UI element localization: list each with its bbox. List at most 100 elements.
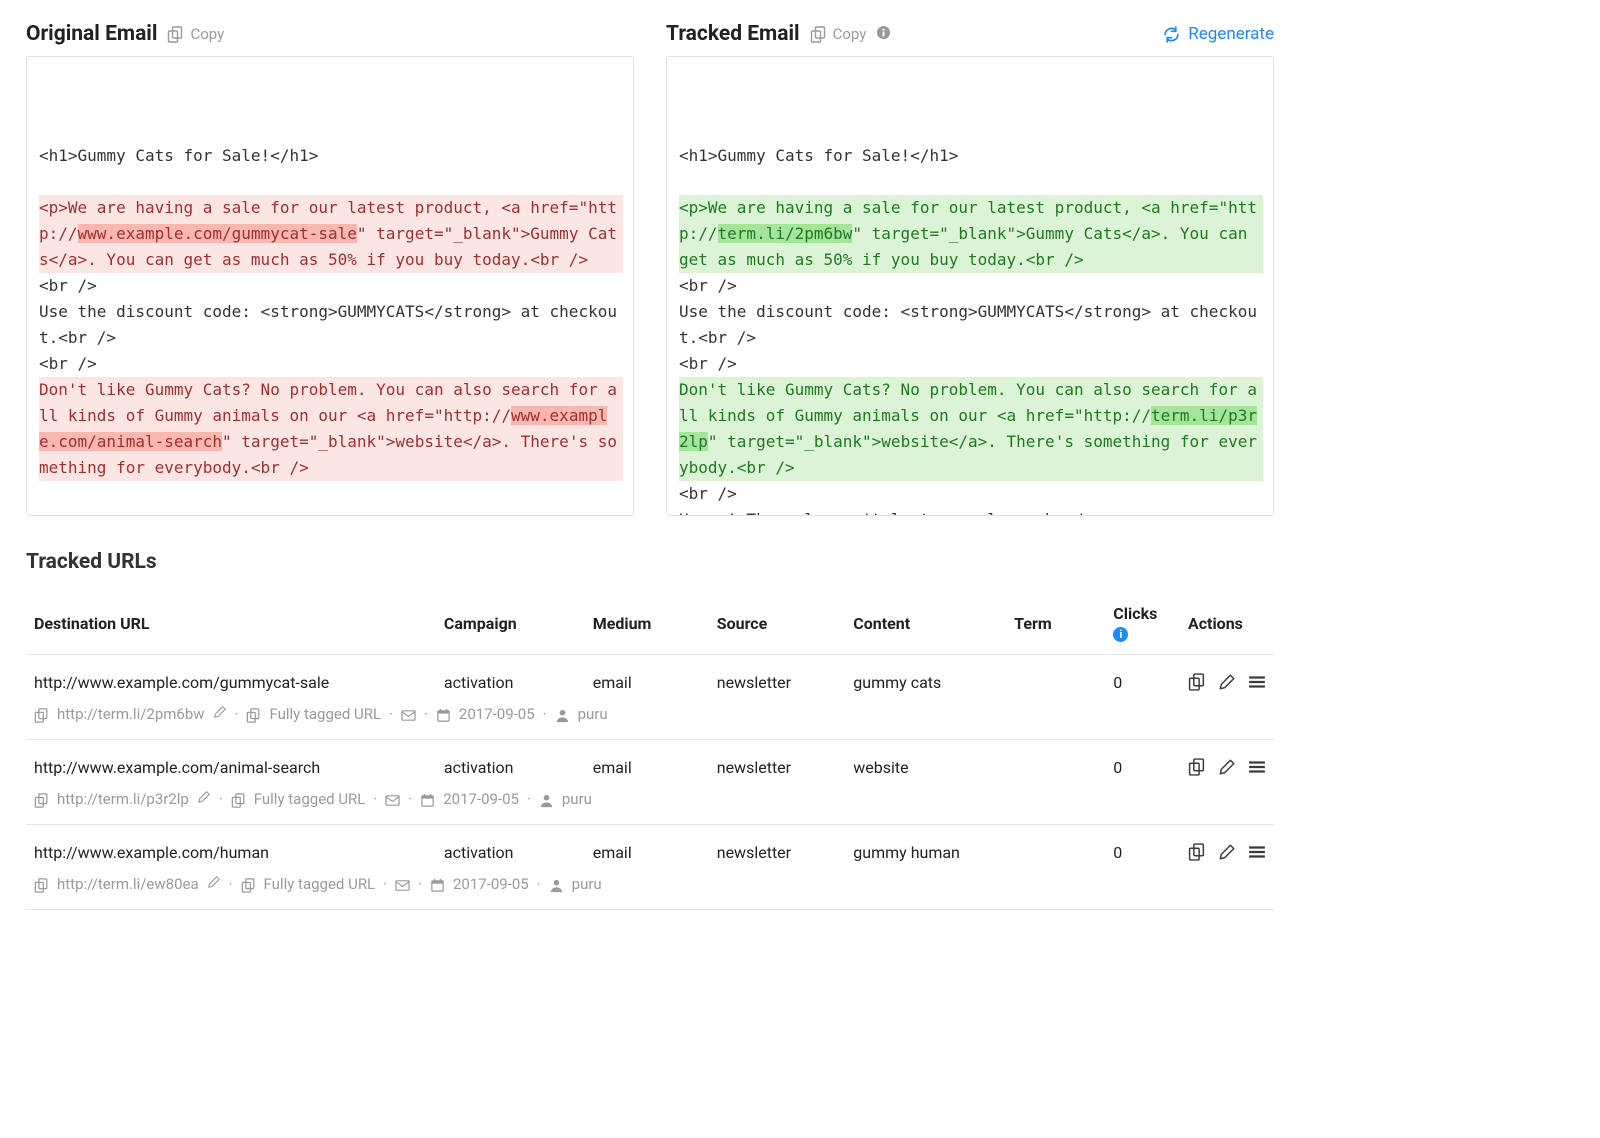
copy-original-button[interactable]: Copy <box>167 25 224 43</box>
copy-tagged-icon[interactable] <box>246 705 261 723</box>
code-line: Hurry! The sale won't last very long.<br… <box>679 507 1263 516</box>
code-line: <br /> <box>679 273 1263 299</box>
col-actions: Actions <box>1180 594 1274 655</box>
copy-short-icon[interactable] <box>34 790 49 808</box>
table-row: http://www.example.com/animal-searchacti… <box>26 740 1274 787</box>
col-source[interactable]: Source <box>709 594 846 655</box>
tracked-urls-title: Tracked URLs <box>26 550 1274 574</box>
meta-date: 2017-09-05 <box>459 705 535 723</box>
table-meta-row: http://term.li/ew80ea · Fully tagged URL… <box>26 871 1274 910</box>
tracked-email-panel: Tracked Email Copy Regenerate <h1>Gummy … <box>666 22 1274 516</box>
tracked-urls-table: Destination URL Campaign Medium Source C… <box>26 594 1274 910</box>
code-line <box>39 117 623 143</box>
meta-user: puru <box>562 790 592 808</box>
calendar-icon <box>436 705 451 723</box>
cell-destination: http://www.example.com/human <box>26 825 436 872</box>
cell-medium: email <box>585 740 709 787</box>
copy-tracked-label: Copy <box>833 25 867 43</box>
original-email-code-box[interactable]: <h1>Gummy Cats for Sale!</h1> <p>We are … <box>26 56 634 516</box>
cell-term <box>1006 825 1105 872</box>
cell-campaign: activation <box>436 825 585 872</box>
code-line: Use the discount code: <strong>GUMMYCATS… <box>39 299 623 351</box>
short-url: http://term.li/2pm6bw <box>57 705 205 723</box>
cell-source: newsletter <box>709 825 846 872</box>
col-campaign[interactable]: Campaign <box>436 594 585 655</box>
code-line: Don't like Gummy Cats? No problem. You c… <box>39 377 623 481</box>
cell-destination: http://www.example.com/animal-search <box>26 740 436 787</box>
meta-user: puru <box>578 705 608 723</box>
meta-date: 2017-09-05 <box>443 790 519 808</box>
table-row: http://www.example.com/humanactivationem… <box>26 825 1274 872</box>
code-line: <br /> <box>39 351 623 377</box>
copy-tracked-button[interactable]: Copy <box>810 25 867 43</box>
cell-medium: email <box>585 825 709 872</box>
code-line: <h1>Gummy Cats for Sale!</h1> <box>679 143 1263 169</box>
code-line: <br /> <box>679 481 1263 507</box>
user-icon <box>549 875 564 893</box>
cell-actions <box>1180 740 1274 787</box>
row-edit-button[interactable] <box>1218 843 1236 865</box>
cell-source: newsletter <box>709 655 846 702</box>
user-icon <box>539 790 554 808</box>
col-content[interactable]: Content <box>845 594 1006 655</box>
row-copy-button[interactable] <box>1188 758 1206 780</box>
row-edit-button[interactable] <box>1218 673 1236 695</box>
tracked-email-code-box[interactable]: <h1>Gummy Cats for Sale!</h1> <p>We are … <box>666 56 1274 516</box>
row-menu-button[interactable] <box>1248 673 1266 695</box>
user-icon <box>555 705 570 723</box>
tag-status: Fully tagged URL <box>264 875 376 893</box>
col-destination[interactable]: Destination URL <box>26 594 436 655</box>
row-edit-button[interactable] <box>1218 758 1236 780</box>
tracked-email-title: Tracked Email <box>666 22 800 46</box>
mail-icon <box>385 790 400 808</box>
regenerate-label: Regenerate <box>1188 24 1274 44</box>
table-row: http://www.example.com/gummycat-saleacti… <box>26 655 1274 702</box>
clicks-info-icon[interactable]: i <box>1113 627 1128 642</box>
regenerate-button[interactable]: Regenerate <box>1163 24 1274 44</box>
original-email-title: Original Email <box>26 22 157 46</box>
cell-clicks: 0 <box>1105 825 1180 872</box>
cell-medium: email <box>585 655 709 702</box>
cell-content: gummy cats <box>845 655 1006 702</box>
code-line <box>679 169 1263 195</box>
col-clicks[interactable]: Clicks i <box>1105 594 1180 655</box>
cell-campaign: activation <box>436 655 585 702</box>
code-line: Don't like Gummy Cats? No problem. You c… <box>679 377 1263 481</box>
row-menu-button[interactable] <box>1248 758 1266 780</box>
cell-content: website <box>845 740 1006 787</box>
cell-clicks: 0 <box>1105 655 1180 702</box>
code-line: <h1>Gummy Cats for Sale!</h1> <box>39 143 623 169</box>
copy-tagged-icon[interactable] <box>241 875 256 893</box>
edit-short-icon[interactable] <box>207 875 221 893</box>
col-medium[interactable]: Medium <box>585 594 709 655</box>
cell-clicks: 0 <box>1105 740 1180 787</box>
code-line <box>679 117 1263 143</box>
code-line: <p>We are having a sale for our latest p… <box>39 195 623 273</box>
copy-short-icon[interactable] <box>34 705 49 723</box>
short-url: http://term.li/p3r2lp <box>57 790 189 808</box>
tag-status: Fully tagged URL <box>269 705 381 723</box>
calendar-icon <box>420 790 435 808</box>
copy-short-icon[interactable] <box>34 875 49 893</box>
code-line: Use the discount code: <strong>GUMMYCATS… <box>679 299 1263 351</box>
code-line: <br /> <box>679 351 1263 377</box>
original-email-panel: Original Email Copy <h1>Gummy Cats for S… <box>26 22 634 516</box>
cell-actions <box>1180 825 1274 872</box>
cell-campaign: activation <box>436 740 585 787</box>
tracked-info-icon[interactable] <box>876 25 891 44</box>
meta-user: puru <box>572 875 602 893</box>
copy-tagged-icon[interactable] <box>231 790 246 808</box>
row-copy-button[interactable] <box>1188 843 1206 865</box>
cell-term <box>1006 740 1105 787</box>
edit-short-icon[interactable] <box>197 790 211 808</box>
col-term[interactable]: Term <box>1006 594 1105 655</box>
edit-short-icon[interactable] <box>213 705 227 723</box>
cell-source: newsletter <box>709 740 846 787</box>
cell-content: gummy human <box>845 825 1006 872</box>
row-copy-button[interactable] <box>1188 673 1206 695</box>
copy-original-label: Copy <box>190 25 224 43</box>
cell-actions <box>1180 655 1274 702</box>
code-line: <p>We are having a sale for our latest p… <box>679 195 1263 273</box>
row-menu-button[interactable] <box>1248 843 1266 865</box>
mail-icon <box>395 875 410 893</box>
